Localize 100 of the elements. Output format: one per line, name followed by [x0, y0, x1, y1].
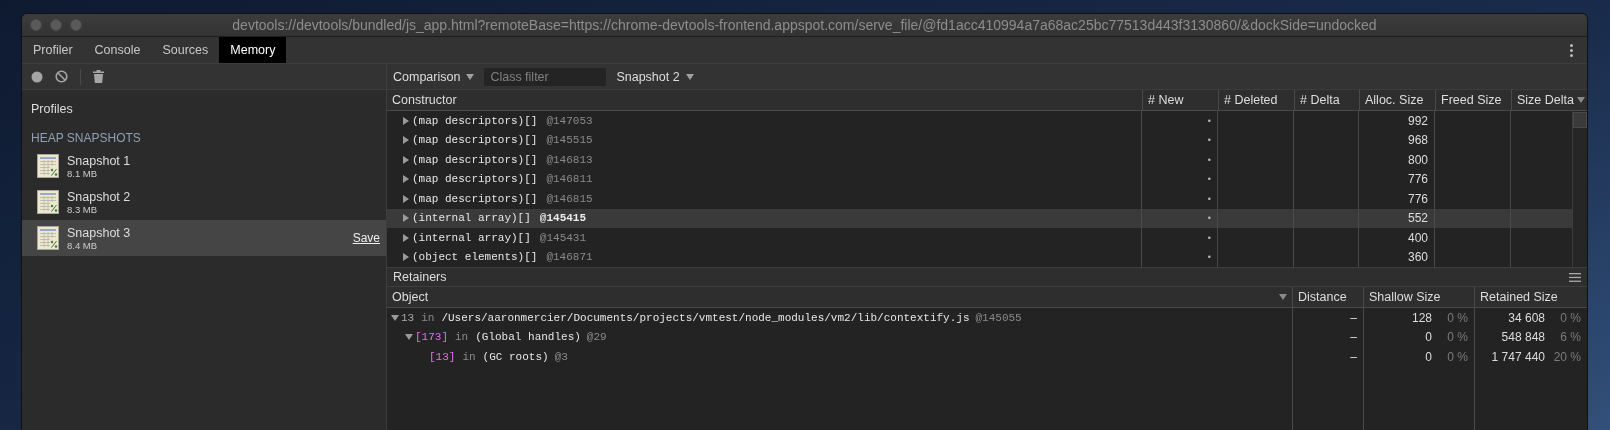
save-link[interactable]: Save: [352, 231, 380, 245]
snapshot-icon: [37, 226, 59, 250]
object-name: /Users/aaronmercier/Documents/projects/vmtest/node_modules/vm2/lib/contextify.js: [441, 311, 970, 324]
table-cell: 0: [1425, 349, 1432, 364]
table-cell: •: [1207, 174, 1211, 185]
object-id: @145415: [539, 212, 587, 225]
baseline-dropdown[interactable]: Snapshot 2: [616, 69, 694, 84]
table-cell: •: [1207, 154, 1211, 165]
table-cell: 128: [1411, 310, 1432, 325]
connector-text: in: [421, 311, 435, 324]
table-cell: 1 747 440: [1491, 349, 1545, 364]
object-id: @146811: [546, 173, 593, 186]
column-header[interactable]: # Delta: [1295, 90, 1360, 110]
column-header[interactable]: # Deleted: [1219, 90, 1295, 110]
column-header[interactable]: Size Delta: [1512, 90, 1587, 110]
percent-cell-text: 0 %: [1446, 349, 1468, 364]
table-cell: •: [1207, 213, 1211, 224]
constructor-name: (map descriptors)[]: [412, 134, 538, 147]
constructor-name: (internal array)[]: [412, 212, 531, 225]
tab[interactable]: Profiler: [22, 37, 84, 63]
table-cell: 992: [1407, 113, 1428, 128]
column-header[interactable]: # New: [1143, 90, 1219, 110]
percent-cell-text: 0 %: [1446, 310, 1468, 325]
column-header[interactable]: Retained Size: [1475, 287, 1587, 307]
menu-icon[interactable]: [1569, 272, 1581, 282]
constructor-name: (map descriptors)[]: [412, 153, 538, 166]
more-menu-icon[interactable]: [1570, 43, 1573, 57]
retainer-name: [173]: [415, 331, 448, 344]
percent-cell-text: 6 %: [1559, 330, 1581, 345]
column-header[interactable]: Alloc. Size: [1360, 90, 1436, 110]
object-id: @29: [586, 331, 607, 344]
constructor-name: (map descriptors)[]: [412, 173, 538, 186]
table-cell: •: [1207, 193, 1211, 204]
table-cell: –: [1350, 310, 1357, 325]
percent-cell-text: 0 %: [1559, 310, 1581, 325]
snapshot-item[interactable]: Snapshot 3 8.4 MB Save: [22, 220, 386, 256]
object-id: @146813: [546, 153, 593, 166]
table-cell: 552: [1407, 211, 1428, 226]
constructor-name: (map descriptors)[]: [412, 192, 538, 205]
column-header[interactable]: Freed Size: [1436, 90, 1512, 110]
clear-icon[interactable]: [55, 70, 68, 83]
column-header[interactable]: Constructor: [387, 90, 1143, 110]
panel-title: Profiles: [31, 102, 73, 116]
snapshot-name: Snapshot 3: [67, 225, 132, 240]
object-id: @146871: [546, 251, 593, 264]
object-name: (Global handles): [475, 331, 581, 344]
table-cell: 776: [1407, 191, 1428, 206]
constructor-name: (object elements)[]: [412, 251, 538, 264]
collapse-arrow-icon[interactable]: [391, 313, 399, 322]
table-cell: 0: [1425, 330, 1432, 345]
object-id: @145055: [975, 311, 1022, 324]
percent-cell-text: 20 %: [1552, 349, 1581, 364]
panel-title: Retainers: [393, 270, 447, 284]
retainer-name: [13]: [429, 350, 456, 363]
table-cell: 360: [1407, 250, 1428, 265]
snapshot-name: Snapshot 1: [67, 153, 132, 168]
expand-arrow-icon[interactable]: [402, 253, 410, 262]
table-row[interactable]: (internal array)[] @145415 • 552: [387, 208, 1572, 228]
expand-arrow-icon[interactable]: [402, 155, 410, 164]
collapse-arrow-icon[interactable]: [405, 333, 413, 342]
expand-arrow-icon[interactable]: [402, 214, 410, 223]
object-name: (GC roots): [482, 350, 549, 363]
tab[interactable]: Console: [83, 37, 152, 63]
column-header[interactable]: Distance: [1293, 287, 1364, 307]
view-mode-dropdown[interactable]: Comparison: [393, 69, 475, 84]
tab[interactable]: Memory: [219, 37, 287, 63]
table-cell: 776: [1407, 172, 1428, 187]
expand-arrow-icon[interactable]: [402, 175, 410, 184]
constructor-name: (map descriptors)[]: [412, 114, 538, 127]
tab[interactable]: Sources: [151, 37, 220, 63]
table-cell: 800: [1407, 152, 1428, 167]
column-header[interactable]: Object: [387, 287, 1293, 307]
snapshot-icon: [37, 154, 59, 178]
expand-arrow-icon[interactable]: [402, 136, 410, 145]
snapshot-item[interactable]: Snapshot 1 8.1 MB: [22, 148, 386, 184]
dropdown-caret-icon: [685, 73, 694, 80]
section-heading: HEAP SNAPSHOTS: [31, 131, 141, 145]
connector-text: in: [462, 350, 476, 363]
dropdown-caret-icon: [466, 73, 475, 80]
trash-icon[interactable]: [93, 70, 104, 83]
object-id: @145515: [546, 134, 593, 147]
retainer-name: 13: [401, 311, 415, 324]
snapshot-icon: [37, 190, 59, 214]
table-cell: 34 608: [1508, 310, 1545, 325]
constructor-name: (internal array)[]: [412, 231, 531, 244]
percent-cell-text: 0 %: [1446, 330, 1468, 345]
expand-arrow-icon[interactable]: [402, 233, 410, 242]
class-filter-field[interactable]: Class filter: [484, 67, 607, 86]
snapshot-item[interactable]: Snapshot 2 8.3 MB: [22, 184, 386, 220]
column-header[interactable]: Shallow Size: [1364, 287, 1475, 307]
object-id: @146815: [546, 192, 593, 205]
table-cell: •: [1207, 232, 1211, 243]
snapshot-size: 8.3 MB: [67, 203, 98, 215]
expand-arrow-icon[interactable]: [402, 116, 410, 125]
expand-arrow-icon[interactable]: [402, 194, 410, 203]
table-cell: •: [1207, 135, 1211, 146]
snapshot-size: 8.4 MB: [67, 239, 98, 251]
record-icon[interactable]: [31, 70, 43, 83]
table-cell: 400: [1407, 230, 1428, 245]
table-cell: •: [1207, 115, 1211, 126]
